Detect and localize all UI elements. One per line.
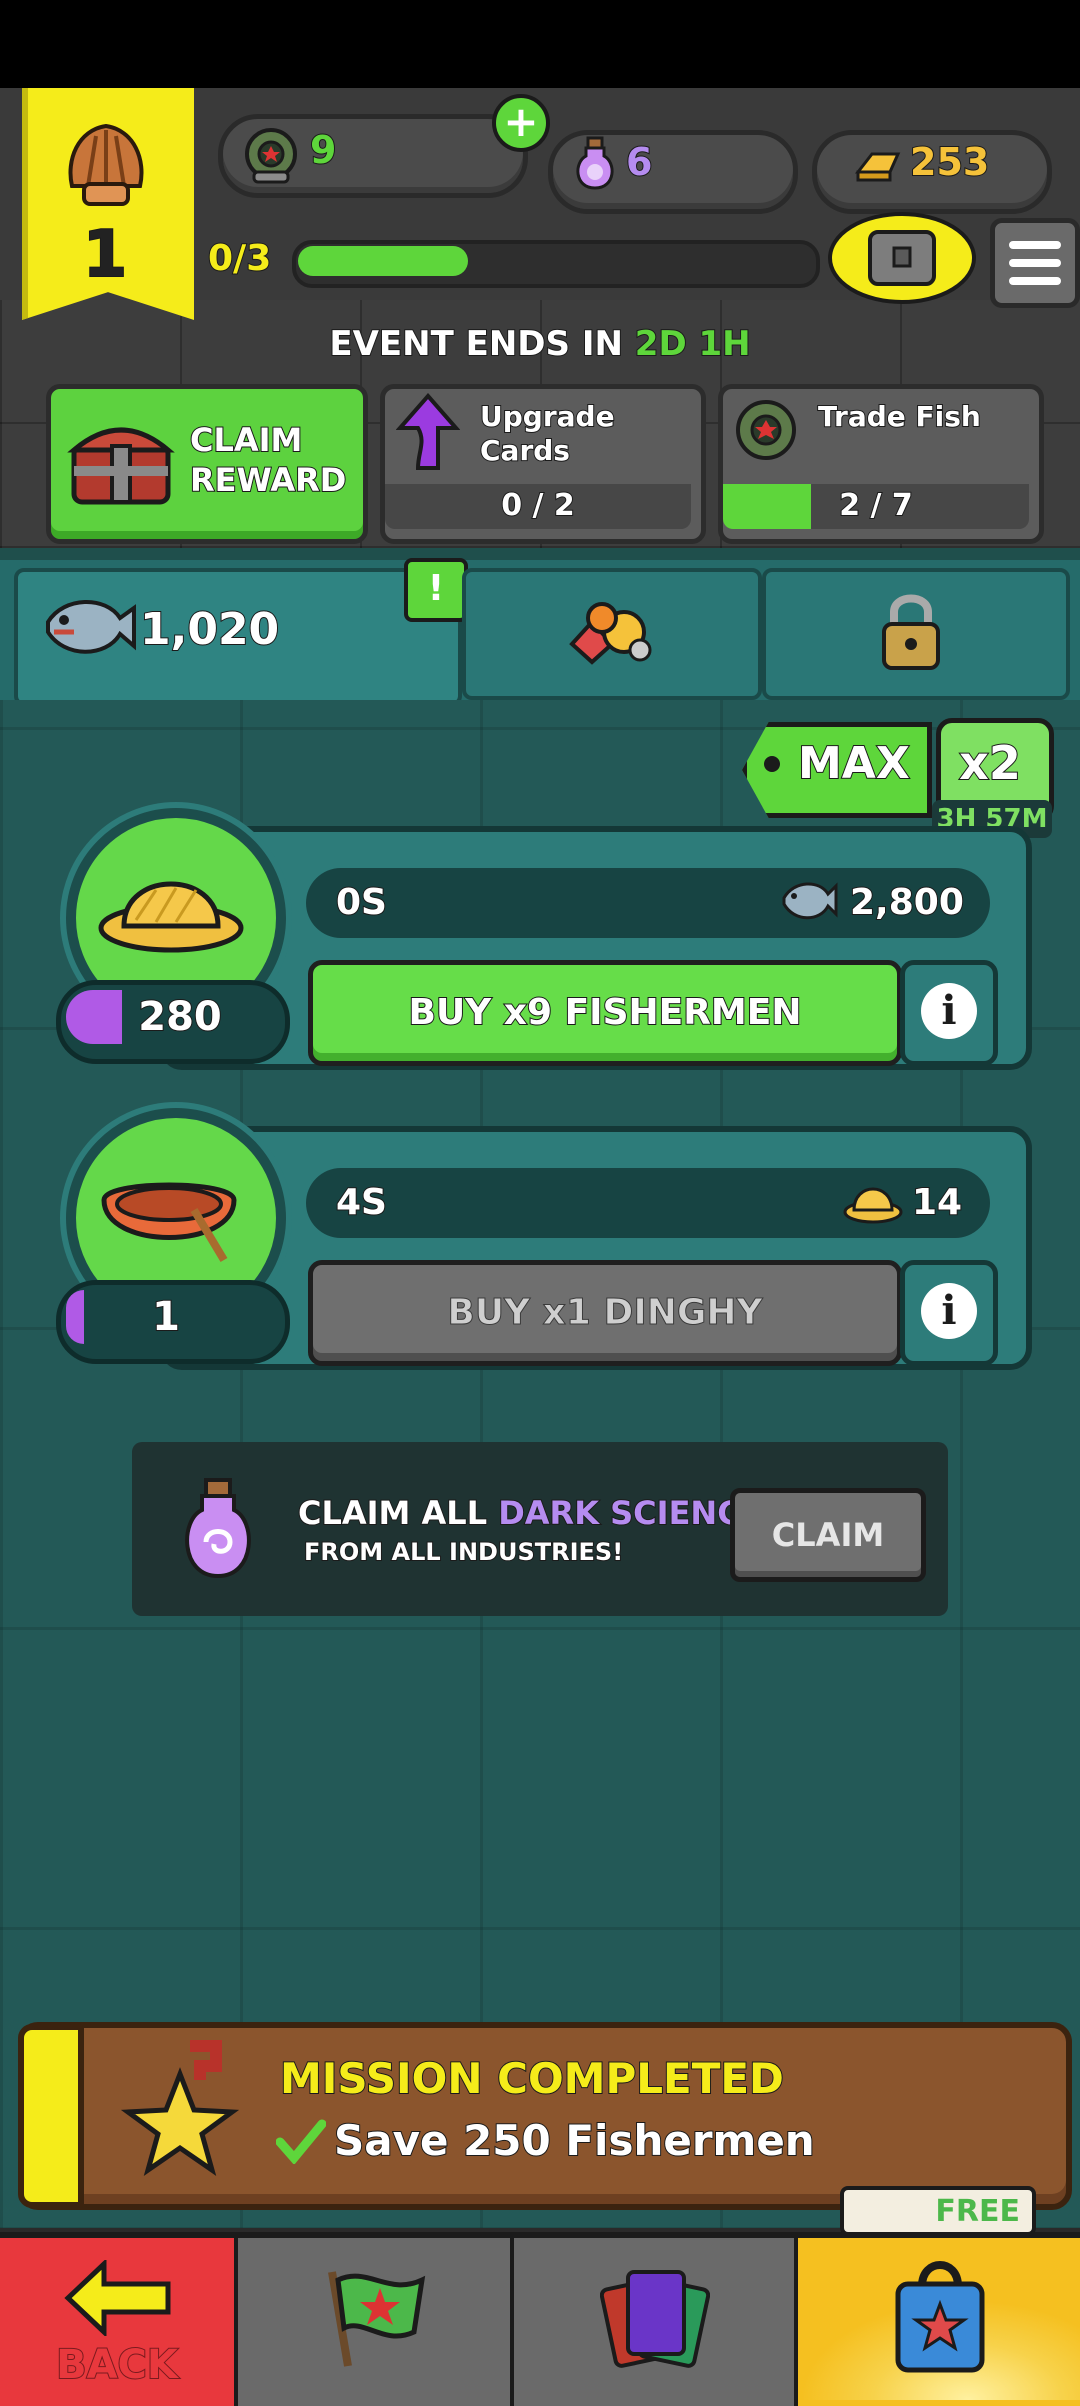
dinghy-count: 1 [151, 1293, 181, 1341]
level-number: 1 [82, 217, 129, 293]
hamburger-menu-icon[interactable] [990, 218, 1080, 308]
fishermen-timer: 0S [335, 881, 388, 924]
trade-fish-label: Trade Fish [817, 399, 982, 434]
fishermen-info-button[interactable]: i [900, 960, 998, 1066]
add-resource-button[interactable]: + [492, 94, 550, 152]
mission-description: Save 250 Fishermen [333, 2115, 816, 2166]
fish-count: 1,020 [139, 603, 280, 656]
dinghy-count-fill [66, 1290, 84, 1344]
potion-icon [176, 1476, 260, 1582]
fisherman-hat-icon [96, 850, 246, 960]
milestone-progress-text: 0/3 [207, 237, 272, 280]
mission-title: MISSION COMPLETED [279, 2053, 785, 2104]
milestone-chest-icon[interactable] [822, 206, 982, 306]
fishermen-reward: 2,800 [849, 881, 965, 924]
shopping-bag-icon [888, 2252, 992, 2376]
mission-banner-tab [18, 2024, 84, 2208]
max-label: MAX [797, 737, 911, 790]
buy-dinghy-button[interactable]: BUY x1 DINGHY [308, 1260, 902, 1366]
claim-reward-line2: REWARD [189, 460, 347, 500]
tab-alert-badge: ! [404, 558, 468, 622]
gems-pile-icon [562, 592, 658, 668]
dinghy-reward: 14 [911, 1181, 963, 1224]
tag-hole [764, 756, 780, 772]
diving-helmet-icon [240, 124, 302, 186]
upgrade-arrow-icon [395, 392, 461, 472]
diving-helmet-icon [730, 396, 802, 468]
fish-token-count: 9 [309, 127, 337, 173]
fisherman-hat-icon [842, 1176, 904, 1226]
buy-fishermen-button[interactable]: BUY x9 FISHERMEN [308, 960, 902, 1066]
dark-science-count: 6 [625, 139, 653, 185]
fish-icon [40, 588, 136, 668]
back-arrow-icon [64, 2258, 174, 2338]
claim-dark-science-button[interactable]: CLAIM [730, 1488, 926, 1582]
upgrade-cards-line1: Upgrade [479, 399, 616, 434]
flag-icon [318, 2262, 430, 2372]
checkmark-icon [275, 2118, 327, 2165]
event-countdown: EVENT ENDS IN 2D 1H [0, 323, 1080, 365]
claim-reward-label: CLAIM REWARD [189, 420, 347, 500]
fishermen-count: 280 [137, 993, 223, 1041]
dark-science-claim-text: CLAIM ALL DARK SCIENCE [297, 1493, 764, 1533]
claim-reward-line1: CLAIM [189, 420, 303, 460]
gold-count: 253 [909, 139, 990, 185]
dark-science-highlight: DARK SCIENCE [497, 1493, 763, 1533]
upgrade-cards-line2: Cards [479, 433, 571, 468]
shop-free-tag: FREE [840, 2186, 1036, 2236]
dark-science-claim-subtext: FROM ALL INDUSTRIES! [303, 1537, 624, 1567]
gold-bar-icon [852, 138, 904, 190]
milestone-progress-fill [298, 246, 468, 276]
event-ends-time: 2D 1H [634, 323, 752, 365]
status-bar [0, 0, 1080, 88]
x2-boost-label: x2 [958, 735, 1022, 791]
claim-all-prefix: CLAIM ALL [297, 1493, 499, 1533]
fish-icon [780, 874, 838, 928]
upgrade-cards-progress: 0 / 2 [500, 487, 576, 524]
back-label: BACK [55, 2341, 179, 2389]
info-icon: i [921, 1283, 977, 1339]
star-trophy-icon [120, 2040, 240, 2180]
shell-icon [58, 120, 154, 212]
upgrade-cards-label: Upgrade Cards [479, 399, 616, 468]
dinghy-timer: 4S [335, 1181, 388, 1224]
treasure-chest-icon [66, 410, 176, 510]
fishermen-count-fill [66, 990, 122, 1044]
event-ends-label: EVENT ENDS IN [328, 323, 624, 365]
dinghy-boat-icon [94, 1160, 244, 1270]
dinghy-info-button[interactable]: i [900, 1260, 998, 1366]
potion-icon [570, 136, 620, 192]
cards-icon [599, 2262, 711, 2372]
info-icon: i [921, 983, 977, 1039]
padlock-icon [876, 590, 946, 674]
trade-fish-progress: 2 / 7 [838, 487, 914, 524]
